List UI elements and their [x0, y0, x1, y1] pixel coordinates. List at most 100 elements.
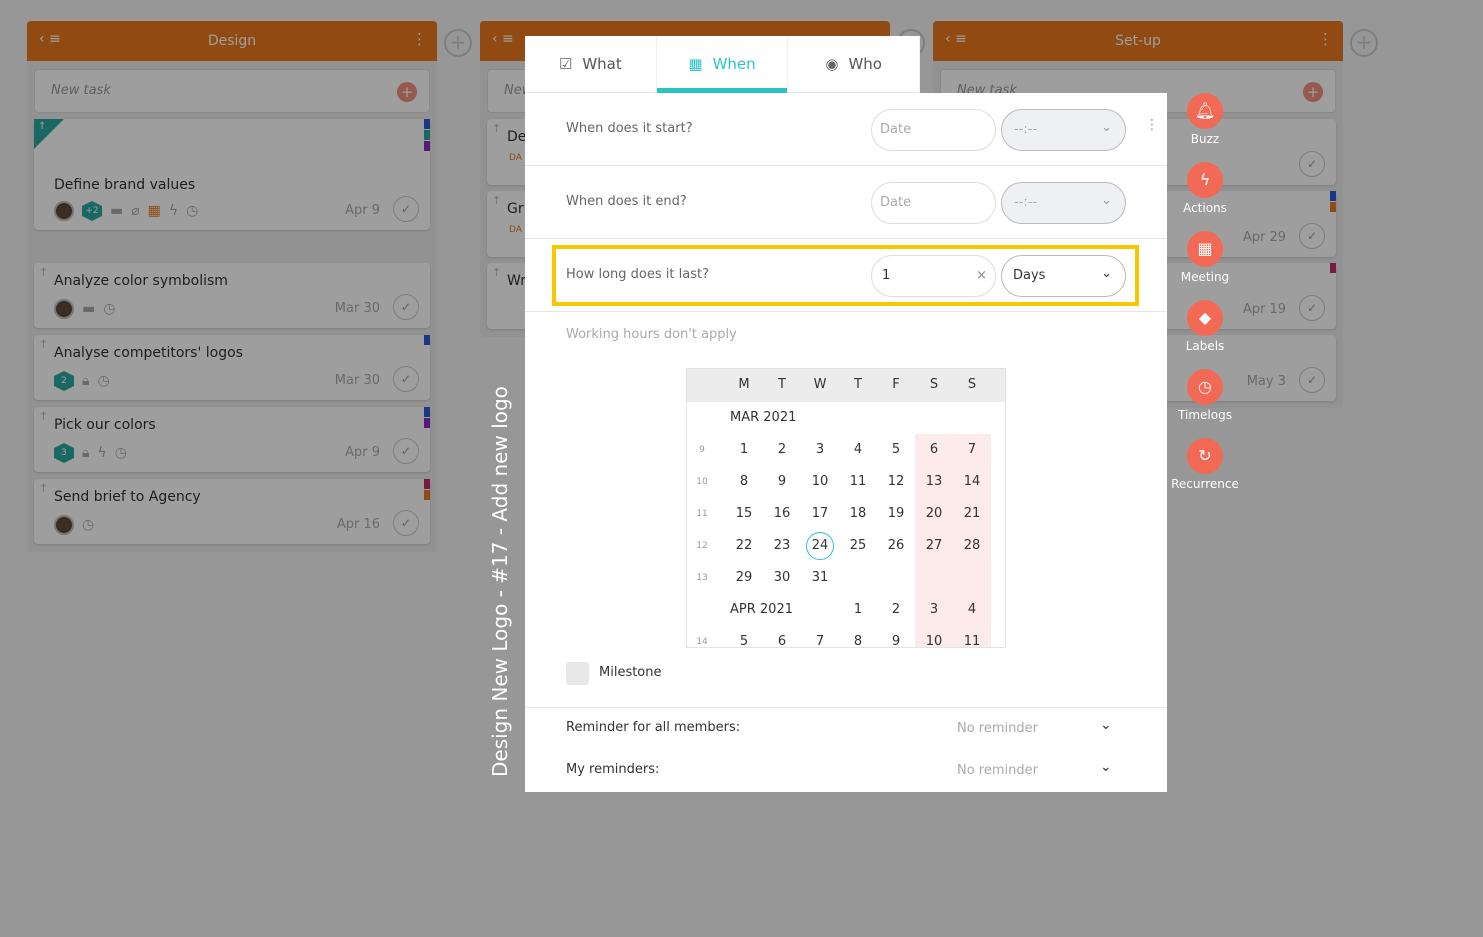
- calendar: M T W T F S S MAR 2021 9 1 2 3 4 5 6 7 10 8 9 10 11 12 13 14 11 1…: [686, 368, 1006, 648]
- calendar-day[interactable]: 19: [877, 498, 915, 530]
- calendar-day[interactable]: 31: [801, 562, 839, 594]
- calendar-day[interactable]: 10: [801, 466, 839, 498]
- chevron-down-icon[interactable]: ⌄: [1100, 717, 1112, 733]
- start-label: When does it start?: [566, 121, 693, 136]
- calendar-day[interactable]: 10: [915, 626, 953, 647]
- calendar-day[interactable]: 13: [915, 466, 953, 498]
- calendar-day[interactable]: 7: [953, 434, 991, 466]
- calendar-day[interactable]: 2: [877, 594, 915, 626]
- calendar-day[interactable]: 29: [725, 562, 763, 594]
- calendar-day[interactable]: 25: [839, 530, 877, 562]
- end-row: When does it end? Date --:-- ⌄: [525, 166, 1167, 239]
- my-reminders-select[interactable]: No reminder: [957, 763, 1038, 778]
- action-label: Timelogs: [1178, 408, 1232, 422]
- tab-when[interactable]: ▦ When: [656, 36, 789, 93]
- calendar-day[interactable]: 28: [953, 530, 991, 562]
- calendar-day[interactable]: 30: [763, 562, 801, 594]
- tab-who[interactable]: ◉ Who: [788, 36, 921, 92]
- calendar-day[interactable]: 4: [953, 594, 991, 626]
- calendar-day[interactable]: 6: [763, 626, 801, 647]
- refresh-icon: ↻: [1187, 438, 1223, 474]
- calendar-weekdays: MTWTFSS: [687, 369, 1005, 402]
- action-recurrence[interactable]: ↻ Recurrence: [1165, 438, 1245, 491]
- reminder-all-select[interactable]: No reminder: [957, 721, 1038, 736]
- milestone-checkbox[interactable]: [566, 662, 589, 685]
- action-label: Recurrence: [1171, 477, 1239, 491]
- calendar-day[interactable]: 4: [839, 434, 877, 466]
- week-number: 9: [699, 445, 705, 455]
- chevron-down-icon[interactable]: ⌄: [1100, 759, 1112, 775]
- calendar-day[interactable]: 11: [839, 466, 877, 498]
- end-label: When does it end?: [566, 194, 687, 209]
- calendar-day[interactable]: 1: [725, 434, 763, 466]
- user-circle-icon: ◉: [825, 55, 839, 73]
- calendar-icon: ▦: [688, 55, 703, 73]
- action-label: Actions: [1183, 201, 1227, 215]
- calendar-day[interactable]: 20: [915, 498, 953, 530]
- action-actions[interactable]: ϟ Actions: [1165, 162, 1245, 215]
- action-timelogs[interactable]: ◷ Timelogs: [1165, 369, 1245, 422]
- calendar-day[interactable]: 16: [763, 498, 801, 530]
- clock-icon: ◷: [1187, 369, 1223, 405]
- calendar-day[interactable]: 24: [801, 530, 839, 562]
- calendar-day[interactable]: 5: [725, 626, 763, 647]
- calendar-day[interactable]: 21: [953, 498, 991, 530]
- week-number: 12: [696, 541, 708, 551]
- start-row: When does it start? Date --:-- ⌄ ⋮: [525, 93, 1167, 166]
- calendar-day[interactable]: 2: [763, 434, 801, 466]
- calendar-day[interactable]: 6: [915, 434, 953, 466]
- action-buzz[interactable]: 🔔︎ Buzz: [1165, 93, 1245, 146]
- calendar-day[interactable]: 14: [953, 466, 991, 498]
- calendar-day[interactable]: 9: [763, 466, 801, 498]
- more-icon[interactable]: ⋮: [1145, 117, 1159, 133]
- calendar-icon: ▦: [1187, 231, 1223, 267]
- action-labels[interactable]: ◆ Labels: [1165, 300, 1245, 353]
- calendar-day: [953, 562, 991, 594]
- calendar-day[interactable]: 1: [839, 594, 877, 626]
- calendar-day: [915, 562, 953, 594]
- working-hours-note: Working hours don't apply: [566, 327, 737, 342]
- calendar-day[interactable]: 26: [877, 530, 915, 562]
- weekday-2: W: [813, 377, 827, 392]
- action-label: Meeting: [1180, 270, 1230, 284]
- calendar-day[interactable]: 3: [801, 434, 839, 466]
- end-date-input[interactable]: Date: [871, 182, 996, 224]
- calendar-day[interactable]: 5: [877, 434, 915, 466]
- weekday-6: S: [967, 377, 977, 392]
- chevron-down-icon: ⌄: [1101, 193, 1112, 208]
- tag-icon: ◆: [1187, 300, 1223, 336]
- calendar-day[interactable]: 27: [915, 530, 953, 562]
- action-meeting[interactable]: ▦ Meeting: [1165, 231, 1245, 284]
- calendar-day[interactable]: 7: [801, 626, 839, 647]
- tab-what[interactable]: ☑ What: [525, 36, 657, 92]
- calendar-day[interactable]: 22: [725, 530, 763, 562]
- month-label: APR 2021: [730, 602, 793, 617]
- start-time-select[interactable]: --:-- ⌄: [1001, 109, 1126, 151]
- action-label: Labels: [1185, 339, 1225, 353]
- my-reminders-label: My reminders:: [566, 762, 660, 777]
- calendar-day[interactable]: 18: [839, 498, 877, 530]
- calendar-day[interactable]: 8: [839, 626, 877, 647]
- week-number: 11: [696, 509, 708, 519]
- end-time-select[interactable]: --:-- ⌄: [1001, 182, 1126, 224]
- calendar-day[interactable]: 15: [725, 498, 763, 530]
- start-date-input[interactable]: Date: [871, 109, 996, 151]
- weekday-0: M: [738, 377, 750, 392]
- weekday-4: F: [892, 377, 900, 392]
- calendar-day[interactable]: 17: [801, 498, 839, 530]
- calendar-day[interactable]: 11: [953, 626, 991, 647]
- calendar-day[interactable]: 8: [725, 466, 763, 498]
- calendar-day[interactable]: 3: [915, 594, 953, 626]
- modal-tabs: ☑ What ▦ When ◉ Who: [525, 36, 921, 93]
- highlight-box: [552, 245, 1139, 306]
- chevron-down-icon: ⌄: [1101, 120, 1112, 135]
- calendar-day[interactable]: 9: [877, 626, 915, 647]
- action-label: Buzz: [1190, 132, 1220, 146]
- weekday-5: S: [929, 377, 939, 392]
- milestone-label: Milestone: [599, 665, 662, 680]
- when-panel: When does it start? Date --:-- ⌄ ⋮ When d…: [525, 93, 1167, 792]
- calendar-day[interactable]: 12: [877, 466, 915, 498]
- week-number: 10: [696, 477, 708, 487]
- month-label: MAR 2021: [730, 410, 797, 425]
- calendar-day[interactable]: 23: [763, 530, 801, 562]
